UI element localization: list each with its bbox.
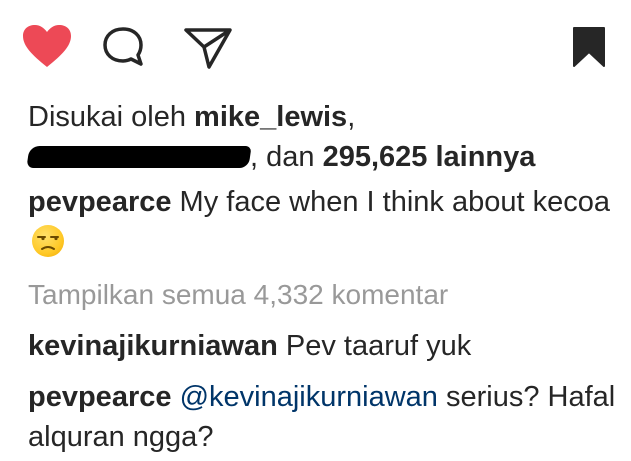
likes-prefix: Disukai oleh (28, 101, 195, 133)
likes-comma: , (347, 101, 356, 133)
comment-icon[interactable] (101, 26, 147, 68)
comment-item: kevinajikurniawan Pev taaruf yuk (28, 326, 618, 366)
likes-mid: , dan (250, 141, 323, 173)
liker-username[interactable]: mike_lewis (194, 101, 347, 133)
view-all-comments-link[interactable]: Tampilkan semua 4,332 komentar (28, 277, 448, 313)
post-caption: pevpearce My face when I think about kec… (28, 182, 618, 262)
likes-summary: Disukai oleh mike_lewis, , dan 295,625 l… (26, 97, 628, 177)
comment-item: pevpearce @kevinajikurniawan serius? Haf… (28, 377, 618, 457)
bookmark-icon[interactable] (572, 26, 606, 68)
comment-text: Pev taaruf yuk (277, 330, 472, 362)
action-bar (0, 0, 631, 90)
likes-count[interactable]: 295,625 lainnya (323, 141, 536, 173)
comment-mention[interactable]: @kevinajikurniawan (180, 381, 438, 413)
redacted-username (26, 146, 252, 168)
caption-username[interactable]: pevpearce (28, 186, 172, 218)
comment-username[interactable]: kevinajikurniawan (28, 330, 278, 362)
unamused-face-icon (32, 225, 64, 257)
comment-username[interactable]: pevpearce (28, 381, 172, 413)
caption-text: My face when I think about kecoa (171, 186, 610, 218)
heart-icon[interactable] (22, 24, 72, 68)
share-icon[interactable] (183, 25, 233, 69)
